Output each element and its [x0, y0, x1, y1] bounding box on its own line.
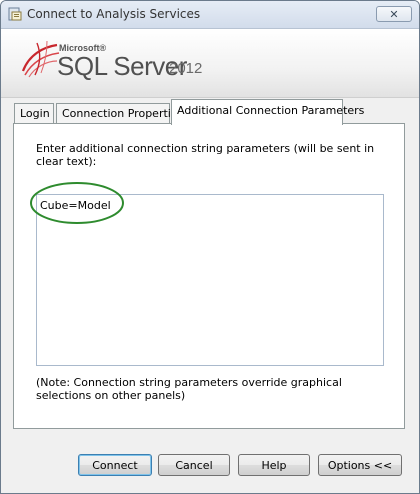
connect-dialog: Connect to Analysis Services ✕ Microsoft… — [0, 0, 420, 494]
override-note: (Note: Connection string parameters over… — [36, 376, 342, 402]
connect-button[interactable]: Connect — [78, 454, 152, 476]
product-name: SQL Server — [57, 51, 187, 81]
tab-panel: Enter additional connection string param… — [13, 123, 405, 429]
window-title: Connect to Analysis Services — [27, 7, 201, 21]
help-button[interactable]: Help — [238, 454, 310, 476]
connection-parameters-value: Cube=Model — [40, 199, 111, 212]
options-button[interactable]: Options << — [318, 454, 402, 476]
title-bar[interactable]: Connect to Analysis Services ✕ — [1, 1, 419, 29]
app-icon — [8, 7, 22, 21]
product-banner: Microsoft® SQL Server 2012 — [1, 29, 419, 98]
connection-parameters-textarea[interactable]: Cube=Model — [30, 182, 384, 366]
close-button[interactable]: ✕ — [376, 6, 412, 22]
tab-additional-connection-parameters[interactable]: Additional Connection Parameters — [171, 99, 364, 125]
tab-connection-properties[interactable]: Connection Properties — [56, 103, 183, 124]
product-version: 2012 — [169, 60, 203, 77]
close-icon: ✕ — [389, 7, 399, 21]
cancel-button[interactable]: Cancel — [158, 454, 230, 476]
instructions-label: Enter additional connection string param… — [36, 142, 375, 168]
tab-login[interactable]: Login — [14, 103, 54, 124]
